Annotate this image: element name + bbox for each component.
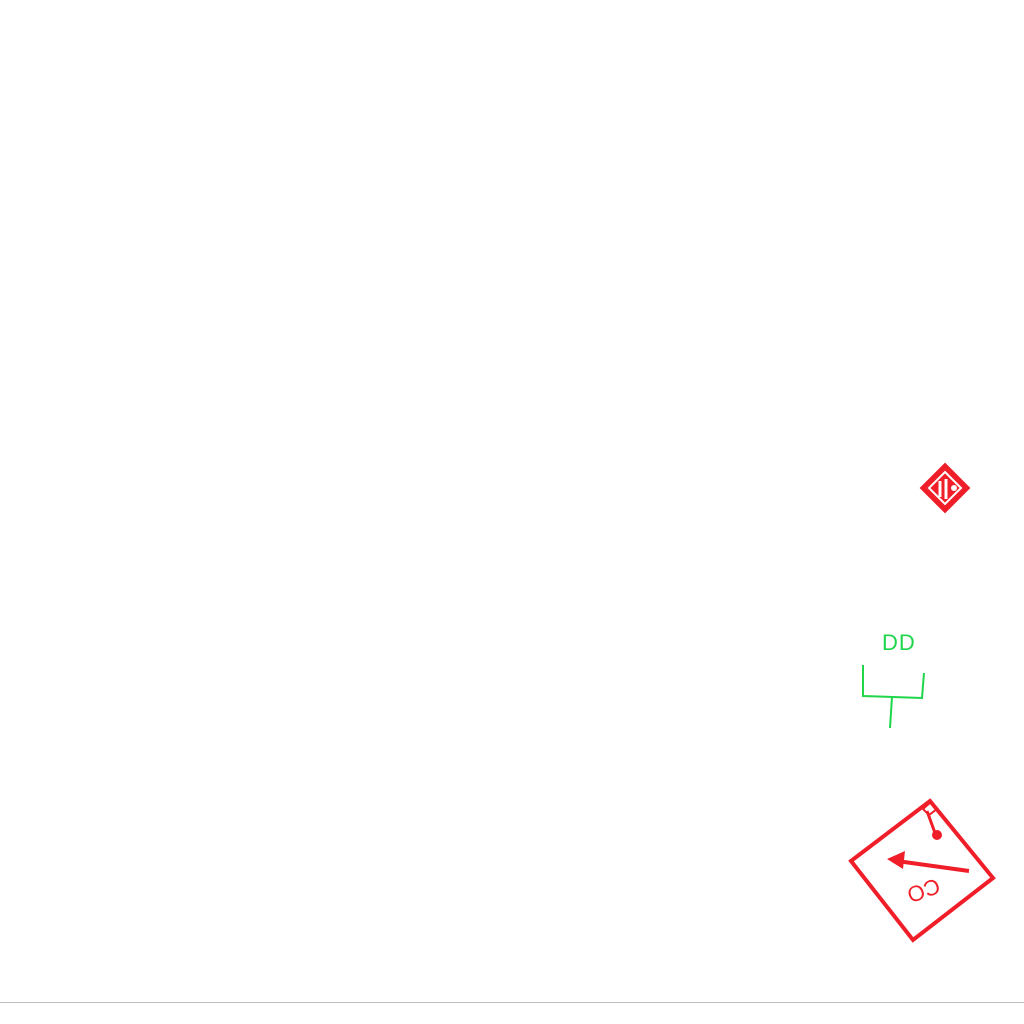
green-bracket-symbol: DD: [858, 628, 938, 732]
red-tilted-box-arrow-icon: [848, 798, 996, 943]
diagram-canvas: DD CO: [0, 0, 1024, 1024]
green-symbol-label: DD: [882, 630, 916, 655]
red-tilted-box: CO: [845, 795, 1000, 947]
bottom-divider: [0, 1002, 1024, 1003]
red-diamond-marker-icon: [919, 462, 971, 514]
